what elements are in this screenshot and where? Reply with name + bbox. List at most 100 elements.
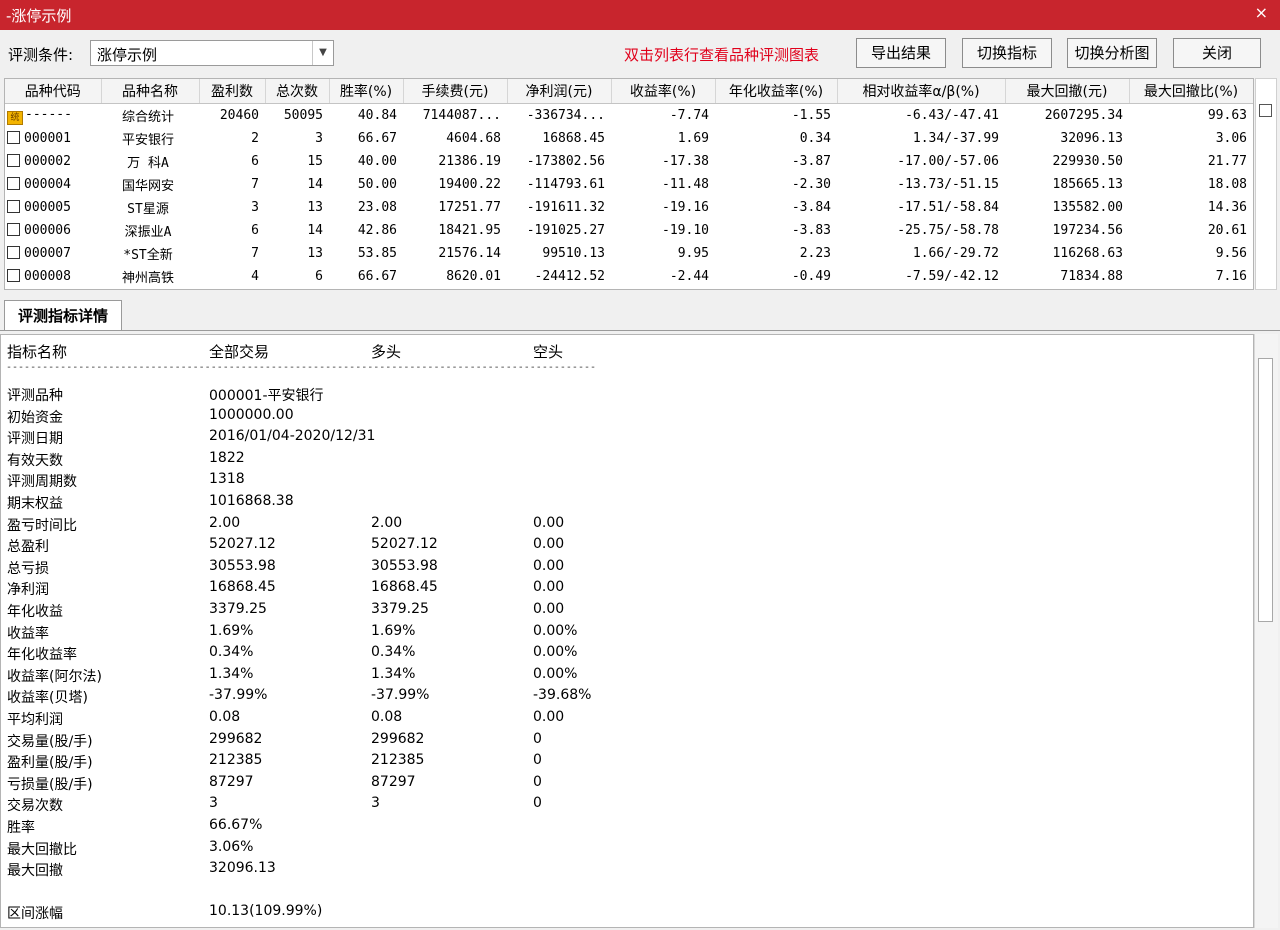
cell-drawdown-ratio: 7.16: [1215, 269, 1247, 284]
metric-long: 2.00: [371, 514, 403, 531]
cell-code: 000001: [24, 131, 71, 146]
cell-code: 000004: [24, 177, 71, 192]
cell-total: 50095: [283, 108, 323, 123]
metric-long: 3: [371, 795, 380, 812]
table-row[interactable]: 000002 万 科A 6 15 40.00 21386.19 -173802.56 -17.…: [5, 150, 1253, 173]
cell-profit: -24412.52: [534, 269, 605, 284]
window-close-icon[interactable]: ×: [1255, 3, 1268, 22]
column-header[interactable]: 相对收益率α/β(%): [837, 79, 1006, 104]
detail-header: 多头: [371, 343, 402, 361]
column-header[interactable]: 盈利数: [199, 79, 266, 104]
export-button[interactable]: 导出结果: [856, 38, 946, 68]
metric-short: 0.00: [533, 557, 565, 574]
close-button[interactable]: 关闭: [1173, 38, 1261, 68]
scrollbar-thumb[interactable]: [1258, 358, 1273, 622]
cell-return: -11.48: [662, 177, 709, 192]
metric-long: 30553.98: [371, 557, 438, 574]
column-header[interactable]: 品种名称: [101, 79, 200, 104]
column-header[interactable]: 手续费(元): [403, 79, 508, 104]
row-checkbox[interactable]: [7, 246, 20, 259]
metric-name: 胜率: [7, 820, 35, 836]
toolbar: 评测条件: 涨停示例 ▼ 双击列表行查看品种评测图表 导出结果 切换指标 切换分…: [0, 30, 1280, 76]
metric-name: 有效天数: [7, 452, 63, 469]
tab-indicator-details[interactable]: 评测指标详情: [4, 300, 122, 330]
row-checkbox[interactable]: [7, 154, 20, 167]
table-row[interactable]: 000004 国华网安 7 14 50.00 19400.22 -114793.61 -11.…: [5, 173, 1253, 196]
switch-indicator-button[interactable]: 切换指标: [962, 38, 1052, 68]
detail-header: 全部交易: [209, 343, 270, 361]
metric-short: 0: [533, 752, 542, 769]
cell-drawdown-ratio: 14.36: [1207, 200, 1247, 215]
table-header-row: 品种代码 品种名称 盈利数 总次数 胜率(%) 手续费(元) 净利润(元) 收益…: [5, 79, 1253, 104]
metric-short: 0.00%: [533, 622, 578, 639]
cell-name: 平安银行: [121, 133, 174, 148]
cell-relative-return: -17.00/-57.06: [897, 154, 999, 169]
detail-separator: ----------------------------------------…: [6, 362, 597, 373]
column-header[interactable]: 收益率(%): [611, 79, 716, 104]
metric-name: 盈亏时间比: [7, 517, 77, 534]
table-row[interactable]: 000001 平安银行 2 3 66.67 4604.68 16868.45 1.69 0.34…: [5, 127, 1253, 150]
metric-name: 评测周期数: [7, 474, 77, 491]
cell-drawdown-ratio: 99.63: [1207, 108, 1247, 123]
row-checkbox[interactable]: [7, 177, 20, 190]
select-all-checkbox[interactable]: [1259, 104, 1272, 117]
cell-total: 14: [307, 177, 323, 192]
metric-all: 1.34%: [209, 665, 254, 682]
cell-return: -2.44: [669, 269, 709, 284]
cell-name: *ST全新: [123, 248, 173, 263]
detail-scrollbar[interactable]: [1254, 334, 1278, 928]
table-row[interactable]: 000008 神州高铁 4 6 66.67 8620.01 -24412.52 -2.44 -0…: [5, 265, 1253, 288]
table-row[interactable]: 000006 深振业A 6 14 42.86 18421.95 -191025.27 -19.…: [5, 219, 1253, 242]
cell-max-drawdown: 2607295.34: [1044, 108, 1123, 123]
metric-short: 0.00: [533, 579, 565, 596]
cell-relative-return: -17.51/-58.84: [897, 200, 999, 215]
cell-rate: 42.86: [357, 223, 397, 238]
metric-all: 87297: [209, 773, 254, 790]
detail-row: 收益率(贝塔) -37.99% -37.99% -39.68%: [7, 687, 1247, 707]
cell-relative-return: -25.75/-58.78: [897, 223, 999, 238]
chevron-down-icon[interactable]: ▼: [312, 41, 333, 65]
column-header[interactable]: 净利润(元): [507, 79, 612, 104]
cell-fee: 8620.01: [446, 269, 501, 284]
condition-label: 评测条件:: [8, 46, 74, 64]
summary-row[interactable]: 统 ------ 综合统计 20460 50095 40.84 7144087..…: [5, 104, 1253, 128]
cell-annual-return: 0.34: [799, 131, 831, 146]
detail-row: 最大回撤比 3.06%: [7, 839, 1247, 859]
column-header[interactable]: 品种代码: [5, 79, 102, 104]
cell-return: -17.38: [662, 154, 709, 169]
cell-drawdown-ratio: 21.77: [1207, 154, 1247, 169]
metric-name: 评测品种: [7, 388, 63, 404]
cell-max-drawdown: 197234.56: [1052, 223, 1123, 238]
column-header[interactable]: 总次数: [265, 79, 330, 104]
detail-row: 评测品种 000001-平安银行: [7, 385, 1247, 405]
cell-profit: 16868.45: [542, 131, 605, 146]
cell-profit: 99510.13: [542, 246, 605, 261]
cell-total: 13: [307, 200, 323, 215]
cell-rate: 66.67: [357, 131, 397, 146]
metric-name: 年化收益率: [7, 647, 77, 664]
row-checkbox[interactable]: [7, 131, 20, 144]
column-header[interactable]: 胜率(%): [329, 79, 404, 104]
cell-annual-return: -0.49: [791, 269, 831, 284]
metric-all: 299682: [209, 730, 263, 747]
cell-code: 000007: [24, 246, 71, 261]
cell-fee: 18421.95: [438, 223, 501, 238]
switch-chart-button[interactable]: 切换分析图: [1067, 38, 1157, 68]
cell-profit: -191611.32: [526, 200, 605, 215]
metric-all: 0.34%: [209, 644, 254, 661]
table-row[interactable]: 000007 *ST全新 7 13 53.85 21576.14 99510.13 9.95 2…: [5, 242, 1253, 265]
cell-code: 000002: [24, 154, 71, 169]
row-checkbox[interactable]: [7, 223, 20, 236]
summary-icon: 统: [7, 110, 23, 125]
row-checkbox[interactable]: [7, 269, 20, 282]
cell-code: 000005: [24, 200, 71, 215]
column-header[interactable]: 最大回撤比(%): [1129, 79, 1253, 104]
column-header[interactable]: 年化收益率(%): [715, 79, 838, 104]
condition-select[interactable]: 涨停示例 ▼: [90, 40, 334, 66]
row-checkbox[interactable]: [7, 200, 20, 213]
column-header[interactable]: 最大回撤(元): [1005, 79, 1130, 104]
detail-row: 收益率 1.69% 1.69% 0.00%: [7, 623, 1247, 643]
table-row[interactable]: 000005 ST星源 3 13 23.08 17251.77 -191611.32 -19.…: [5, 196, 1253, 219]
detail-panel: 指标名称 全部交易 多头 空头 评测品种 000001-平安银行 初始资金 10000…: [0, 334, 1254, 928]
metric-name: 总亏损: [7, 560, 49, 577]
